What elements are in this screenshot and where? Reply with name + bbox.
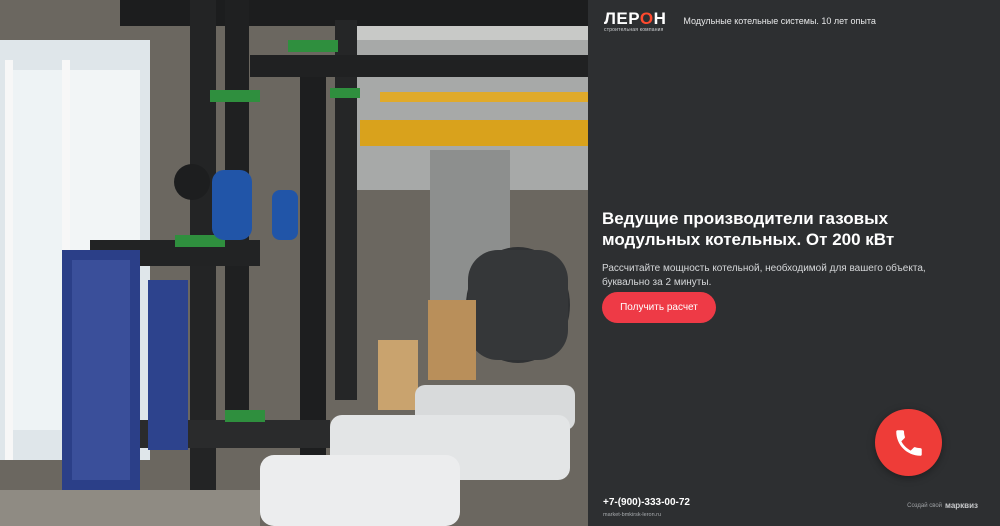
logo[interactable]: ЛЕРОН строительная компания xyxy=(604,10,666,34)
hero-title: Ведущие производители газовых модульных … xyxy=(602,209,895,249)
header-tagline: Модульные котельные системы. 10 лет опыт… xyxy=(683,16,876,26)
hero-description: Рассчитайте мощность котельной, необходи… xyxy=(602,263,926,288)
get-quote-button[interactable]: Получить расчет xyxy=(602,292,716,323)
logo-name-accent: О xyxy=(639,9,654,28)
boiler-room-illustration xyxy=(0,0,588,526)
made-with-link[interactable]: Создай свой марквиз xyxy=(907,501,978,510)
site-domain: market-bmkirsk-leron.ru xyxy=(603,512,662,518)
call-button[interactable] xyxy=(875,409,942,476)
made-with-brand: марквиз xyxy=(945,501,978,510)
boiler-room-photo xyxy=(0,0,588,526)
header: ЛЕРОН строительная компания Модульные ко… xyxy=(604,7,1000,37)
logo-name-suffix: Н xyxy=(653,9,667,28)
logo-subtitle: строительная компания xyxy=(604,27,664,33)
hero: Ведущие производители газовых модульных … xyxy=(602,208,982,290)
phone-number[interactable]: +7-(900)-333-00-72 xyxy=(603,497,690,508)
phone-icon xyxy=(895,429,922,456)
logo-name: ЛЕРОН xyxy=(604,10,666,27)
made-with-text: Создай свой xyxy=(907,502,943,509)
logo-name-prefix: ЛЕР xyxy=(604,9,640,28)
